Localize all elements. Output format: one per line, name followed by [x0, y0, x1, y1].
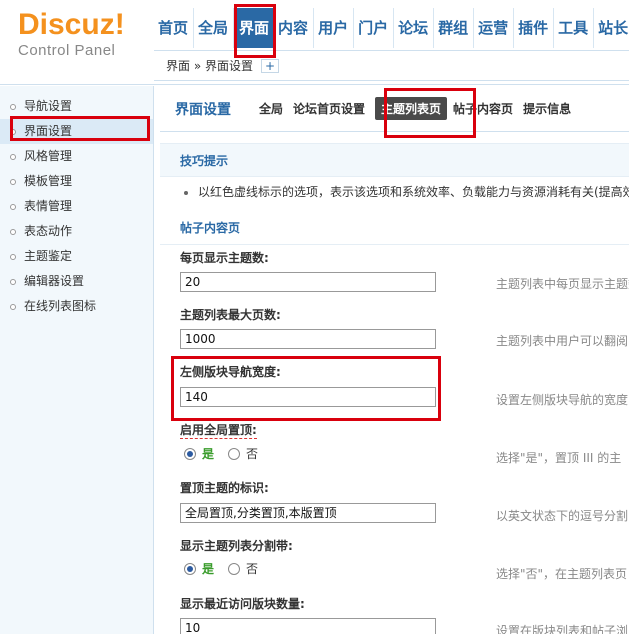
- sidebar-item-smiley-management[interactable]: 表情管理: [0, 194, 153, 219]
- discuz-logo[interactable]: Discuz! Control Panel: [18, 8, 125, 60]
- bullet-icon: [10, 104, 16, 110]
- tab-thread-list[interactable]: 主题列表页: [375, 97, 448, 120]
- topnav-interface[interactable]: 界面: [234, 8, 275, 48]
- recent-forums-count-input[interactable]: 10: [180, 618, 436, 634]
- topnav-groups[interactable]: 群组: [434, 8, 475, 48]
- header: Discuz! Control Panel 首页 全局 界面 内容 用户 门户 …: [0, 0, 629, 86]
- tab-prompt-info[interactable]: 提示信息: [523, 100, 571, 117]
- setting-hint: 选择"是"，置顶 III 的主: [496, 451, 622, 465]
- topnav-plugins[interactable]: 插件: [514, 8, 555, 48]
- add-shortcut-button[interactable]: +: [260, 58, 280, 73]
- setting-hint: 主题列表中每页显示主题数: [496, 277, 629, 291]
- setting-label: 置顶主题的标识:: [180, 481, 269, 495]
- sub-nav: 界面设置 全局 论坛首页设置 主题列表页 帖子内容页 提示信息: [160, 86, 629, 132]
- breadcrumb-text: 界面 » 界面设置: [166, 59, 253, 73]
- threads-per-page-input[interactable]: 20: [180, 272, 436, 292]
- sidebar-item-style-management[interactable]: 风格管理: [0, 144, 153, 169]
- main-content: 界面设置 全局 论坛首页设置 主题列表页 帖子内容页 提示信息 技巧提示 以红色…: [160, 86, 629, 634]
- setting-label: 主题列表最大页数:: [180, 308, 281, 322]
- sidebar-item-thread-stamps[interactable]: 主题鉴定: [0, 244, 153, 269]
- topnav-content[interactable]: 内容: [274, 8, 315, 48]
- sidebar-item-online-icons[interactable]: 在线列表图标: [0, 294, 153, 319]
- header-divider: [0, 84, 629, 85]
- setting-label: 每页显示主题数:: [180, 251, 269, 265]
- radio-label-yes: 是: [202, 447, 215, 461]
- bullet-icon: [10, 204, 16, 210]
- setting-label: 显示主题列表分割带:: [180, 539, 293, 553]
- separator-band-radios: 是 否: [184, 560, 272, 577]
- topnav-operations[interactable]: 运营: [474, 8, 515, 48]
- setting-label: 左侧版块导航宽度:: [180, 365, 281, 379]
- separator-band-no-radio[interactable]: [228, 562, 241, 575]
- topnav-home[interactable]: 首页: [154, 8, 195, 48]
- bullet-icon: [184, 190, 188, 195]
- setting-hint: 设置左侧版块导航的宽度: [496, 393, 629, 407]
- separator-band-yes-radio[interactable]: [184, 562, 196, 575]
- setting-hint: 主题列表中用户可以翻阅: [496, 334, 629, 348]
- topnav-webmaster[interactable]: 站长: [594, 8, 629, 48]
- radio-label-no: 否: [246, 447, 259, 461]
- section-heading: 帖子内容页: [160, 211, 629, 245]
- logo-subtitle: Control Panel: [18, 42, 116, 59]
- max-pages-input[interactable]: 1000: [180, 329, 436, 349]
- logo-brand: Discuz: [18, 8, 115, 41]
- bullet-icon: [10, 279, 16, 285]
- logo-bang: !: [114, 8, 125, 41]
- global-sticky-radios: 是 否: [184, 445, 272, 462]
- tips-heading: 技巧提示: [160, 143, 629, 177]
- global-sticky-yes-radio[interactable]: [184, 447, 196, 460]
- bullet-icon: [10, 129, 16, 135]
- top-nav: 首页 全局 界面 内容 用户 门户 论坛 群组 运营 插件 工具 站长: [154, 8, 629, 48]
- radio-label-no: 否: [246, 562, 259, 576]
- left-nav-width-input[interactable]: 140: [180, 387, 436, 407]
- bullet-icon: [10, 254, 16, 260]
- tab-post-content[interactable]: 帖子内容页: [453, 100, 513, 117]
- setting-row: 启用全局置顶: 是 否 选择"是"，置顶 III 的主: [160, 421, 629, 479]
- setting-label: 显示最近访问版块数量:: [180, 597, 305, 611]
- tab-forum-index[interactable]: 论坛首页设置: [293, 100, 365, 117]
- setting-row: 显示最近访问版块数量: 10 设置在版块列表和帖子浏: [160, 595, 629, 634]
- sidebar-item-click-actions[interactable]: 表态动作: [0, 219, 153, 244]
- setting-row: 显示主题列表分割带: 是 否 选择"否"，在主题列表页: [160, 537, 629, 595]
- topnav-users[interactable]: 用户: [314, 8, 355, 48]
- setting-row: 每页显示主题数: 20 主题列表中每页显示主题数: [160, 248, 629, 306]
- topnav-portal[interactable]: 门户: [354, 8, 395, 48]
- setting-row: 左侧版块导航宽度: 140 设置左侧版块导航的宽度: [160, 363, 629, 421]
- setting-hint: 设置在版块列表和帖子浏: [496, 624, 629, 634]
- bullet-icon: [10, 154, 16, 160]
- topnav-global[interactable]: 全局: [194, 8, 235, 48]
- radio-label-yes: 是: [202, 562, 215, 576]
- tips-text: 以红色虚线标示的选项，表示该选项和系统效率、负载能力与资源消耗有关(提高效: [160, 177, 629, 207]
- sidebar-item-editor-settings[interactable]: 编辑器设置: [0, 269, 153, 294]
- setting-row: 主题列表最大页数: 1000 主题列表中用户可以翻阅: [160, 306, 629, 364]
- tab-global[interactable]: 全局: [259, 100, 283, 117]
- bullet-icon: [10, 304, 16, 310]
- setting-row: 置顶主题的标识: 全局置顶,分类置顶,本版置顶 以英文状态下的逗号分割: [160, 479, 629, 537]
- sidebar-item-interface-settings[interactable]: 界面设置: [0, 119, 153, 144]
- bullet-icon: [10, 179, 16, 185]
- setting-hint: 以英文状态下的逗号分割: [496, 509, 629, 523]
- sidebar-item-template-management[interactable]: 模板管理: [0, 169, 153, 194]
- sidebar: 导航设置 界面设置 风格管理 模板管理 表情管理 表态动作 主题鉴定 编辑器设置…: [0, 86, 154, 634]
- setting-label: 启用全局置顶:: [180, 423, 257, 439]
- sidebar-item-nav-settings[interactable]: 导航设置: [0, 94, 153, 119]
- breadcrumb: 界面 » 界面设置 +: [154, 50, 629, 81]
- setting-hint: 选择"否"，在主题列表页: [496, 567, 628, 581]
- global-sticky-no-radio[interactable]: [228, 447, 241, 460]
- page-title: 界面设置: [175, 101, 231, 118]
- topnav-tools[interactable]: 工具: [554, 8, 595, 48]
- topnav-forum[interactable]: 论坛: [394, 8, 435, 48]
- sticky-labels-input[interactable]: 全局置顶,分类置顶,本版置顶: [180, 503, 436, 523]
- bullet-icon: [10, 229, 16, 235]
